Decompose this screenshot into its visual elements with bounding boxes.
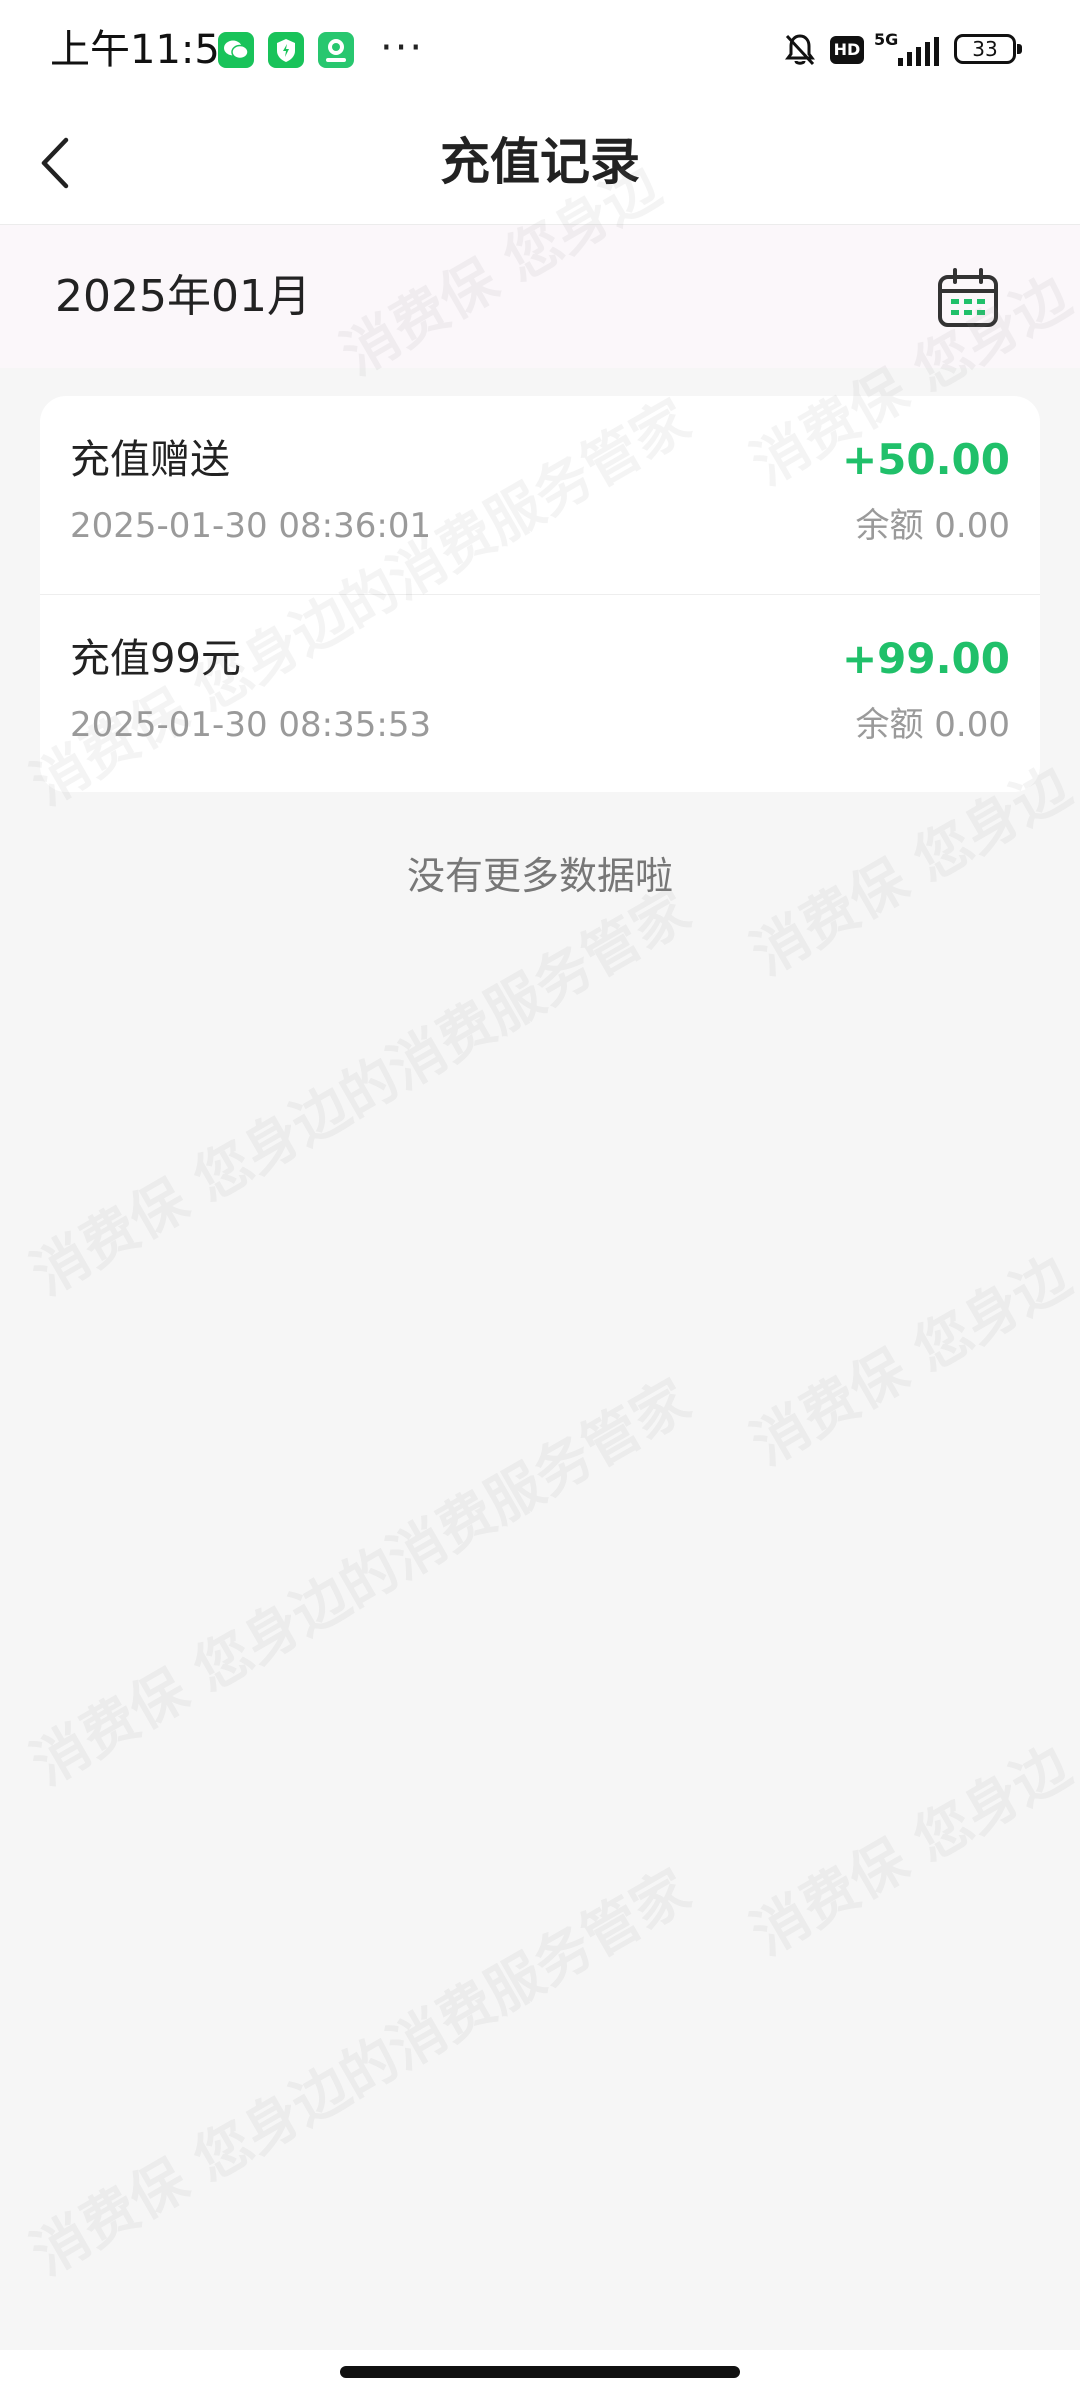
more-notifications-icon: ··· — [380, 25, 425, 71]
watermark-text: 消费保 您身边 — [741, 1243, 1080, 1479]
month-label[interactable]: 2025年01月 — [55, 225, 311, 368]
watermark-text: 消费保 您身边的消费服务管家 — [21, 1857, 701, 2289]
calendar-icon — [935, 268, 1001, 333]
record-amount: +50.00 — [841, 435, 1010, 484]
bell-muted-icon — [780, 30, 820, 74]
record-title: 充值99元 — [70, 636, 241, 682]
back-button[interactable] — [30, 128, 100, 198]
record-balance: 余额 0.00 — [855, 506, 1010, 546]
record-item[interactable]: 充值赠送 2025-01-30 08:36:01 +50.00 余额 0.00 — [40, 396, 1040, 594]
record-amount: +99.00 — [841, 634, 1010, 683]
title-bar: 充值记录 — [0, 100, 1080, 225]
hd-badge: HD — [830, 36, 864, 64]
page-title: 充值记录 — [440, 133, 640, 191]
month-selector-bar: 2025年01月 — [0, 225, 1080, 368]
no-more-data-label: 没有更多数据啦 — [406, 854, 673, 898]
battery-indicator: 33 — [954, 34, 1022, 64]
wechat-icon — [218, 32, 254, 68]
record-balance: 余额 0.00 — [855, 705, 1010, 745]
watermark-text: 消费保 您身边 — [741, 1733, 1080, 1969]
records-list: 充值赠送 2025-01-30 08:36:01 +50.00 余额 0.00 … — [40, 396, 1040, 792]
status-time: 上午11:53 — [50, 27, 246, 73]
record-item[interactable]: 充值99元 2025-01-30 08:35:53 +99.00 余额 0.00 — [40, 594, 1040, 792]
chevron-left-icon — [30, 137, 100, 202]
watermark-text: 消费保 您身边的消费服务管家 — [21, 877, 701, 1309]
signal-icon — [896, 36, 940, 72]
watermark-text: 消费保 您身边的消费服务管家 — [21, 1367, 701, 1799]
security-shield-icon — [268, 32, 304, 68]
calendar-button[interactable] — [935, 267, 1001, 329]
record-title: 充值赠送 — [70, 437, 230, 483]
app-notification-icon — [318, 32, 354, 68]
record-time: 2025-01-30 08:35:53 — [70, 705, 432, 745]
status-bar: 上午11:53 ··· HD 5G 33 — [0, 0, 1080, 100]
record-time: 2025-01-30 08:36:01 — [70, 506, 432, 546]
network-type: 5G — [874, 30, 899, 49]
home-indicator[interactable] — [340, 2366, 740, 2378]
